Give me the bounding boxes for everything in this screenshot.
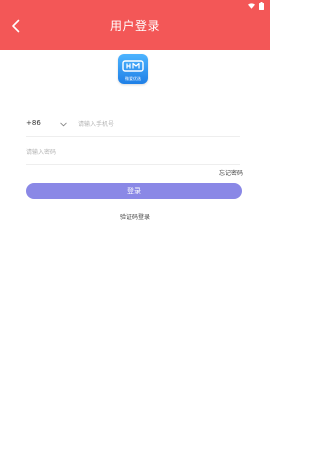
password-row bbox=[26, 142, 240, 165]
code-login-row: 验证码登录 bbox=[0, 212, 270, 221]
password-input[interactable] bbox=[26, 145, 238, 159]
logo-caption: 微爱优选 bbox=[125, 76, 141, 81]
chevron-down-icon[interactable] bbox=[59, 120, 68, 129]
country-code-selector[interactable]: +86 bbox=[26, 119, 41, 127]
battery-icon bbox=[259, 2, 264, 10]
forgot-password-link[interactable]: 忘记密码 bbox=[219, 168, 243, 177]
code-login-link[interactable]: 验证码登录 bbox=[120, 214, 150, 221]
header-bar: 用户登录 bbox=[0, 0, 270, 50]
status-bar bbox=[248, 2, 264, 10]
logo-mark-icon bbox=[122, 60, 144, 72]
login-screen: 用户登录 微爱优选 +86 忘记密码 登录 验证码登录 bbox=[0, 0, 270, 450]
phone-row: +86 bbox=[26, 114, 240, 137]
phone-input[interactable] bbox=[78, 117, 238, 131]
app-logo: 微爱优选 bbox=[118, 54, 148, 84]
page-title: 用户登录 bbox=[109, 19, 160, 33]
wifi-icon bbox=[248, 3, 255, 9]
login-button[interactable]: 登录 bbox=[26, 183, 242, 199]
